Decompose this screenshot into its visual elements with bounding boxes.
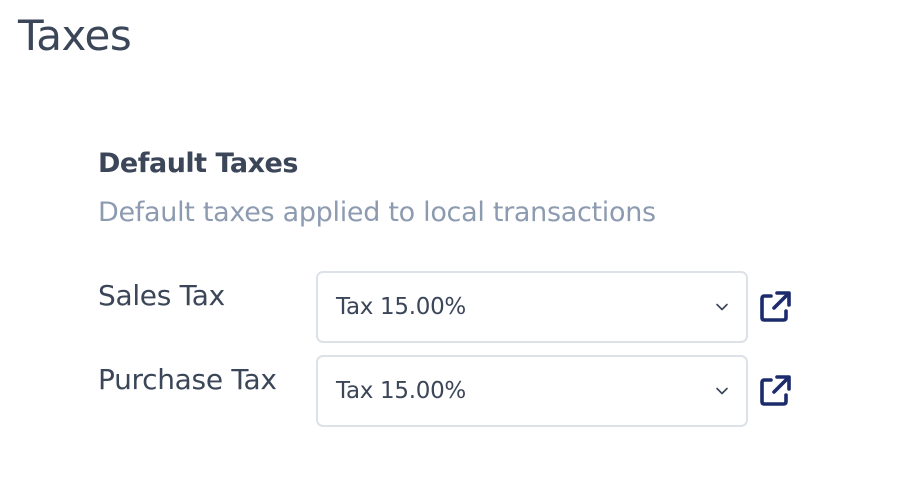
purchase-tax-selected-value: Tax 15.00%: [336, 378, 466, 404]
sales-tax-selected-value: Tax 15.00%: [336, 294, 466, 320]
external-link-icon[interactable]: [757, 373, 793, 409]
sales-tax-select[interactable]: Tax 15.00%: [316, 271, 748, 343]
purchase-tax-select[interactable]: Tax 15.00%: [316, 355, 748, 427]
external-link-icon[interactable]: [757, 289, 793, 325]
section-description: Default taxes applied to local transacti…: [98, 197, 656, 228]
page-title: Taxes: [18, 11, 132, 60]
section-title: Default Taxes: [98, 148, 298, 179]
sales-tax-label: Sales Tax: [98, 279, 225, 312]
chevron-down-icon: [716, 387, 728, 395]
purchase-tax-label: Purchase Tax: [98, 363, 277, 396]
chevron-down-icon: [716, 303, 728, 311]
